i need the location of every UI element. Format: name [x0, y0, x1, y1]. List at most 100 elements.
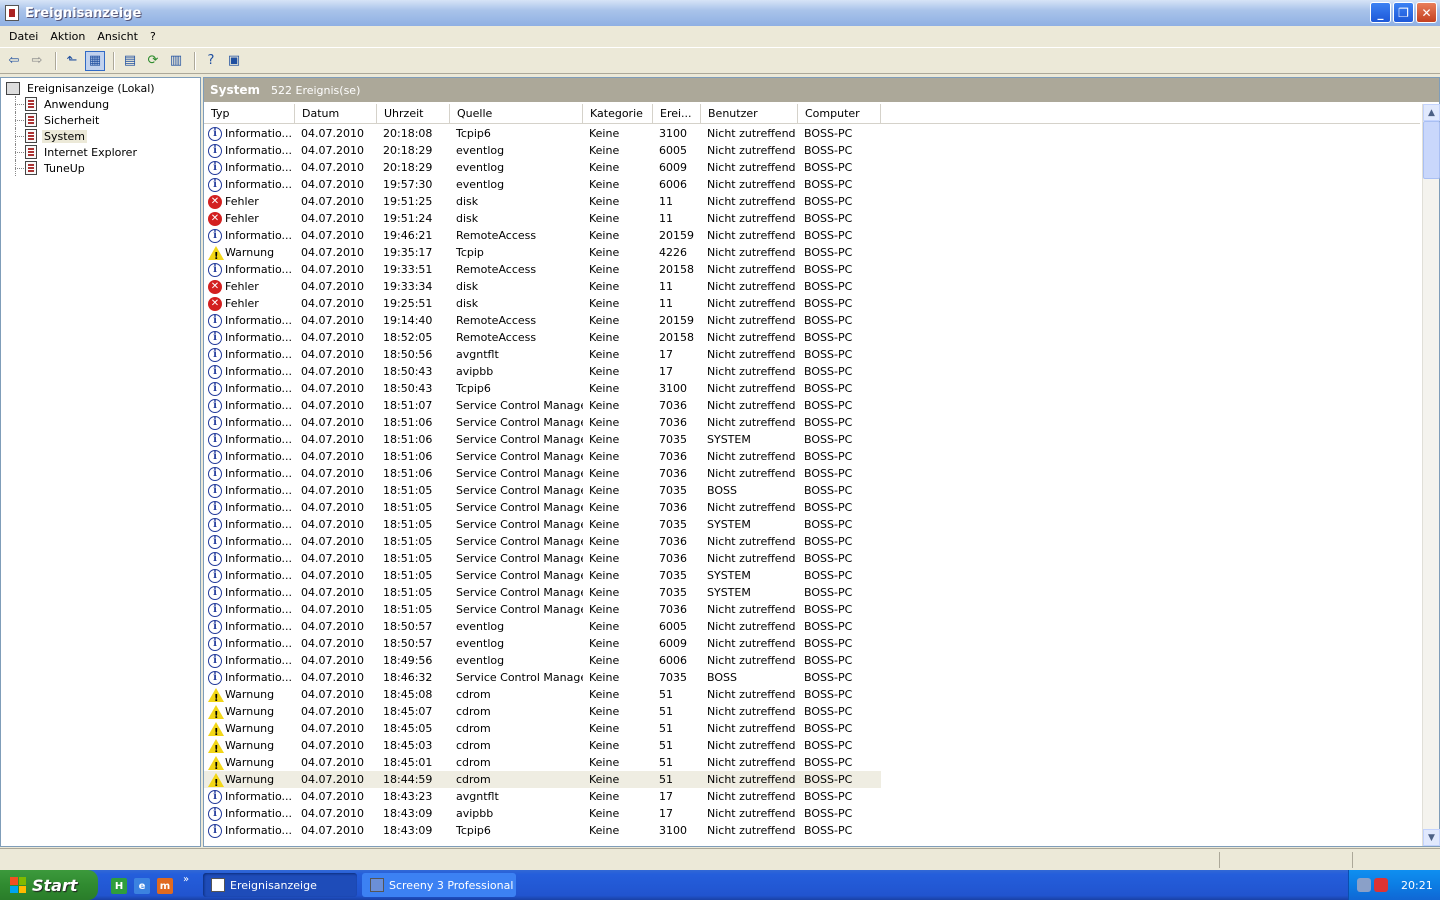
back-icon[interactable]: ⇦ [4, 51, 24, 71]
network-icon[interactable] [1357, 878, 1371, 892]
forward-icon[interactable]: ⇨ [27, 51, 47, 71]
table-row[interactable]: i Informatio... 04.07.2010 18:51:06 Service … [204, 414, 1420, 431]
table-row[interactable]: i Informatio... 04.07.2010 18:51:06 Service … [204, 465, 1420, 482]
table-row[interactable]: i Informatio... 04.07.2010 18:51:06 Service … [204, 431, 1420, 448]
scroll-up-icon[interactable]: ▲ [1423, 104, 1440, 121]
table-row[interactable]: i Informatio... 04.07.2010 18:43:23 avgntflt… [204, 788, 1420, 805]
tree-item-system[interactable]: System [1, 128, 200, 144]
menu-aktion[interactable]: Aktion [44, 30, 91, 43]
window-controls: _ ❐ ✕ [1370, 2, 1437, 23]
quicklaunch-mail-icon[interactable]: m [157, 878, 173, 894]
table-row[interactable]: i Informatio... 04.07.2010 18:50:56 avgntflt… [204, 346, 1420, 363]
table-row[interactable]: i Informatio... 04.07.2010 18:51:05 Service … [204, 499, 1420, 516]
title-bar[interactable]: Ereignisanzeige _ ❐ ✕ [0, 0, 1440, 26]
table-row[interactable]: Warnung 04.07.2010 18:45:03 cdrom Keine 51 Nic… [204, 737, 1420, 754]
column-header-quelle[interactable]: Quelle [450, 104, 583, 124]
warning-icon [208, 704, 224, 720]
table-row[interactable]: i Informatio... 04.07.2010 18:50:43 Tcpip6 Ke… [204, 380, 1420, 397]
tree-item-anwendung[interactable]: Anwendung [1, 96, 200, 112]
export-list-icon[interactable]: ▥ [166, 51, 186, 71]
quicklaunch-more-icon[interactable]: » [183, 874, 189, 885]
cell-datum: 04.07.2010 [301, 756, 364, 769]
table-row[interactable]: i Informatio... 04.07.2010 18:51:05 Service … [204, 584, 1420, 601]
column-header-datum[interactable]: Datum [295, 104, 377, 124]
cell-benutzer: Nicht zutreffend [707, 348, 796, 361]
warning-icon [208, 687, 224, 703]
cell-typ-label: Informatio... [225, 824, 292, 837]
table-row[interactable]: Warnung 04.07.2010 18:45:05 cdrom Keine 51 Nic… [204, 720, 1420, 737]
table-row[interactable]: i Informatio... 04.07.2010 18:43:09 avipbb Ke… [204, 805, 1420, 822]
cell-quelle: RemoteAccess [456, 314, 537, 327]
table-row[interactable]: i Informatio... 04.07.2010 19:33:51 RemoteAc… [204, 261, 1420, 278]
minimize-button[interactable]: _ [1370, 2, 1391, 23]
table-row[interactable]: i Informatio... 04.07.2010 20:18:29 eventlog… [204, 159, 1420, 176]
table-row[interactable]: Warnung 04.07.2010 18:45:08 cdrom Keine 51 Nic… [204, 686, 1420, 703]
table-row[interactable]: i Informatio... 04.07.2010 19:46:21 RemoteAc… [204, 227, 1420, 244]
scroll-down-icon[interactable]: ▼ [1423, 829, 1440, 846]
cell-benutzer: Nicht zutreffend [707, 450, 796, 463]
table-row[interactable]: i Informatio... 04.07.2010 19:14:40 RemoteAc… [204, 312, 1420, 329]
tree-item-internet-explorer[interactable]: Internet Explorer [1, 144, 200, 160]
table-row[interactable]: Warnung 04.07.2010 18:44:59 cdrom Keine 51 Nic… [204, 771, 881, 788]
cell-uhrzeit: 18:51:05 [383, 518, 433, 531]
table-row[interactable]: i Informatio... 04.07.2010 18:46:32 Service … [204, 669, 1420, 686]
antivirus-icon[interactable] [1374, 878, 1388, 892]
table-row[interactable]: i Informatio... 04.07.2010 18:51:07 Service … [204, 397, 1420, 414]
table-row[interactable]: ✕ Fehler 04.07.2010 19:25:51 disk Keine 11 Nich… [204, 295, 1420, 312]
column-header-uhrzeit[interactable]: Uhrzeit [377, 104, 450, 124]
table-row[interactable]: ✕ Fehler 04.07.2010 19:33:34 disk Keine 11 Nich… [204, 278, 1420, 295]
up-folder-icon[interactable]: ⬑ [62, 51, 82, 71]
table-row[interactable]: ✕ Fehler 04.07.2010 19:51:25 disk Keine 11 Nich… [204, 193, 1420, 210]
table-row[interactable]: Warnung 04.07.2010 18:45:01 cdrom Keine 51 Nic… [204, 754, 1420, 771]
table-row[interactable]: ✕ Fehler 04.07.2010 19:51:24 disk Keine 11 Nich… [204, 210, 1420, 227]
table-row[interactable]: i Informatio... 04.07.2010 18:51:05 Service … [204, 550, 1420, 567]
restore-button[interactable]: ❐ [1393, 2, 1414, 23]
cell-typ-label: Informatio... [225, 331, 292, 344]
column-header-kategorie[interactable]: Kategorie [583, 104, 653, 124]
task-ereignisanzeige[interactable]: Ereignisanzeige [203, 873, 357, 897]
menu-datei[interactable]: Datei [3, 30, 44, 43]
console-icon[interactable]: ▣ [224, 51, 244, 71]
properties-icon[interactable]: ▤ [120, 51, 140, 71]
vertical-scrollbar[interactable]: ▲ ▼ [1422, 104, 1440, 846]
table-row[interactable]: i Informatio... 04.07.2010 20:18:08 Tcpip6 Ke… [204, 125, 1420, 142]
tree-item-tuneup[interactable]: TuneUp [1, 160, 200, 176]
table-row[interactable]: i Informatio... 04.07.2010 18:50:57 eventlog… [204, 618, 1420, 635]
column-header-typ[interactable]: Typ [204, 104, 295, 124]
cell-typ-label: Informatio... [225, 450, 292, 463]
table-row[interactable]: i Informatio... 04.07.2010 18:50:57 eventlog… [204, 635, 1420, 652]
menu-help[interactable]: ? [144, 30, 162, 43]
table-row[interactable]: i Informatio... 04.07.2010 18:51:05 Service … [204, 533, 1420, 550]
table-row[interactable]: Warnung 04.07.2010 19:35:17 Tcpip Keine 4226 N… [204, 244, 1420, 261]
column-header-ereignis[interactable]: Erei... [653, 104, 701, 124]
tree-root[interactable]: Ereignisanzeige (Lokal) [1, 80, 200, 96]
table-row[interactable]: i Informatio... 04.07.2010 18:43:09 Tcpip6 Ke… [204, 822, 1420, 839]
quicklaunch-ie-icon[interactable]: e [134, 878, 150, 894]
refresh-icon[interactable]: ⟳ [143, 51, 163, 71]
cell-typ: i Informatio... [204, 618, 295, 635]
table-row[interactable]: i Informatio... 04.07.2010 18:51:05 Service … [204, 567, 1420, 584]
table-row[interactable]: i Informatio... 04.07.2010 18:51:05 Service … [204, 482, 1420, 499]
task-screeny[interactable]: Screeny 3 Professional [362, 873, 516, 897]
help-icon[interactable]: ? [201, 51, 221, 71]
table-row[interactable]: i Informatio... 04.07.2010 18:51:05 Service … [204, 516, 1420, 533]
table-row[interactable]: Warnung 04.07.2010 18:45:07 cdrom Keine 51 Nic… [204, 703, 1420, 720]
close-button[interactable]: ✕ [1416, 2, 1437, 23]
column-header-computer[interactable]: Computer [798, 104, 881, 124]
quicklaunch-h-icon[interactable]: H [111, 878, 127, 894]
cell-kategorie: Keine [589, 365, 620, 378]
table-row[interactable]: i Informatio... 04.07.2010 18:51:05 Service … [204, 601, 1420, 618]
menu-ansicht[interactable]: Ansicht [91, 30, 144, 43]
tree-item-sicherheit[interactable]: Sicherheit [1, 112, 200, 128]
show-tree-icon[interactable]: ▦ [85, 50, 105, 71]
start-button[interactable]: Start [0, 870, 98, 900]
table-row[interactable]: i Informatio... 04.07.2010 18:52:05 RemoteAc… [204, 329, 1420, 346]
table-row[interactable]: i Informatio... 04.07.2010 18:51:06 Service … [204, 448, 1420, 465]
table-row[interactable]: i Informatio... 04.07.2010 20:18:29 eventlog… [204, 142, 1420, 159]
cell-datum: 04.07.2010 [301, 603, 364, 616]
column-header-benutzer[interactable]: Benutzer [701, 104, 798, 124]
table-row[interactable]: i Informatio... 04.07.2010 18:50:43 avipbb Ke… [204, 363, 1420, 380]
table-row[interactable]: i Informatio... 04.07.2010 19:57:30 eventlog… [204, 176, 1420, 193]
table-row[interactable]: i Informatio... 04.07.2010 18:49:56 eventlog… [204, 652, 1420, 669]
scroll-thumb[interactable] [1423, 121, 1440, 179]
